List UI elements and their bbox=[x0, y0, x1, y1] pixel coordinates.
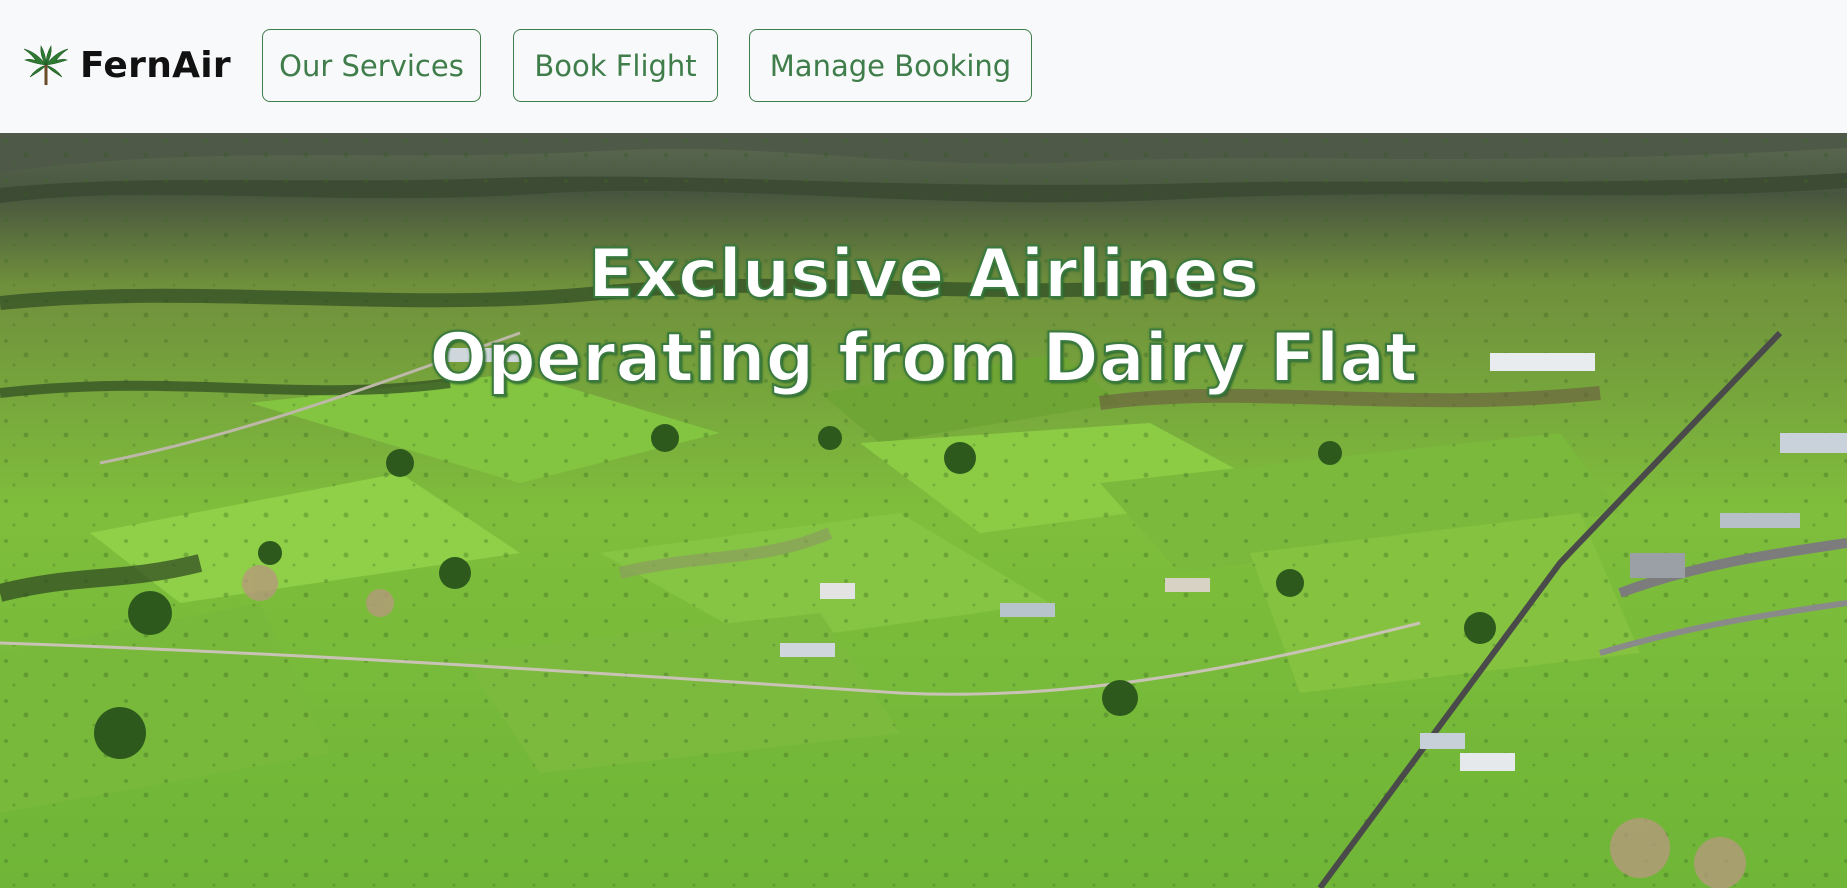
book-flight-button[interactable]: Book Flight bbox=[513, 29, 718, 102]
navbar: FernAir Our Services Book Flight Manage … bbox=[0, 0, 1847, 133]
hero-section: Exclusive Airlines Operating from Dairy … bbox=[0, 133, 1847, 888]
brand-name: FernAir bbox=[80, 44, 231, 86]
manage-booking-button[interactable]: Manage Booking bbox=[749, 29, 1032, 102]
fern-icon bbox=[22, 43, 70, 87]
hero-heading-line-1: Exclusive Airlines bbox=[587, 234, 1260, 315]
our-services-button[interactable]: Our Services bbox=[262, 29, 481, 102]
hero-heading-line-2: Operating from Dairy Flat bbox=[428, 318, 1418, 399]
hero-heading: Exclusive Airlines Operating from Dairy … bbox=[0, 233, 1847, 401]
brand-link[interactable]: FernAir bbox=[22, 36, 231, 94]
